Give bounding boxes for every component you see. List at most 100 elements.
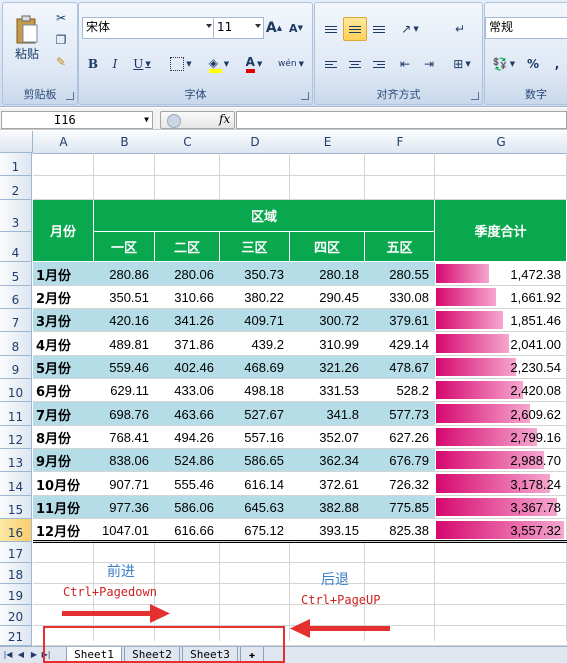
month-cell[interactable]: 1月份 bbox=[33, 262, 94, 286]
column-header-b[interactable]: B bbox=[94, 131, 156, 154]
region-subheader[interactable]: 五区 bbox=[365, 232, 435, 262]
cut-button[interactable]: ✂ bbox=[49, 7, 73, 29]
total-header[interactable]: 季度合计 bbox=[435, 200, 567, 262]
underline-button[interactable]: U ▼ bbox=[126, 53, 158, 75]
decrease-font-button[interactable]: A ▼ bbox=[285, 17, 307, 39]
value-cell[interactable]: 489.81 bbox=[94, 332, 155, 356]
copy-button[interactable]: ❐ bbox=[49, 29, 73, 51]
value-cell[interactable]: 393.15 bbox=[290, 519, 365, 542]
comma-button[interactable]: , bbox=[545, 53, 567, 75]
month-cell[interactable]: 9月份 bbox=[33, 449, 94, 472]
row-header-16[interactable]: 16 bbox=[0, 519, 32, 542]
value-cell[interactable]: 402.46 bbox=[155, 356, 220, 379]
value-cell[interactable]: 280.06 bbox=[155, 262, 220, 286]
row-header-11[interactable]: 11 bbox=[0, 402, 32, 426]
next-sheet-icon[interactable]: ▶ bbox=[29, 648, 39, 660]
clipboard-launcher-icon[interactable] bbox=[66, 92, 74, 100]
insert-function-icon[interactable]: fx bbox=[219, 112, 230, 126]
row-header-8[interactable]: 8 bbox=[0, 332, 32, 356]
total-cell[interactable]: 3,178.24 bbox=[435, 472, 567, 496]
row-header-7[interactable]: 7 bbox=[0, 309, 32, 332]
value-cell[interactable]: 372.61 bbox=[290, 472, 365, 496]
format-painter-button[interactable]: ✎ bbox=[49, 51, 73, 73]
total-cell[interactable]: 2,041.00 bbox=[435, 332, 567, 356]
total-cell[interactable]: 2,420.08 bbox=[435, 379, 567, 402]
region-subheader[interactable]: 一区 bbox=[94, 232, 155, 262]
value-cell[interactable]: 768.41 bbox=[94, 426, 155, 449]
value-cell[interactable]: 280.55 bbox=[365, 262, 435, 286]
column-header-g[interactable]: G bbox=[435, 131, 567, 154]
value-cell[interactable]: 310.99 bbox=[290, 332, 365, 356]
row-header-13[interactable]: 13 bbox=[0, 449, 32, 472]
value-cell[interactable]: 676.79 bbox=[365, 449, 435, 472]
row-header-12[interactable]: 12 bbox=[0, 426, 32, 449]
month-cell[interactable]: 8月份 bbox=[33, 426, 94, 449]
value-cell[interactable]: 586.65 bbox=[220, 449, 290, 472]
phonetic-button[interactable]: wén ▼ bbox=[273, 53, 309, 75]
value-cell[interactable]: 478.67 bbox=[365, 356, 435, 379]
value-cell[interactable]: 433.06 bbox=[155, 379, 220, 402]
column-header-e[interactable]: E bbox=[290, 131, 366, 154]
row-header-6[interactable]: 6 bbox=[0, 286, 32, 309]
row-header-5[interactable]: 5 bbox=[0, 262, 32, 286]
value-cell[interactable]: 559.46 bbox=[94, 356, 155, 379]
font-size-select[interactable]: 11 bbox=[213, 17, 264, 39]
value-cell[interactable]: 350.51 bbox=[94, 286, 155, 309]
value-cell[interactable]: 310.66 bbox=[155, 286, 220, 309]
formula-input[interactable] bbox=[236, 111, 567, 129]
value-cell[interactable]: 838.06 bbox=[94, 449, 155, 472]
decrease-indent-button[interactable]: ⇤ bbox=[393, 53, 417, 75]
region-subheader[interactable]: 三区 bbox=[220, 232, 290, 262]
value-cell[interactable]: 379.61 bbox=[365, 309, 435, 332]
row-header-3[interactable]: 3 bbox=[0, 200, 32, 232]
row-header-4[interactable]: 4 bbox=[0, 232, 32, 262]
alignment-launcher-icon[interactable] bbox=[471, 92, 479, 100]
value-cell[interactable]: 350.73 bbox=[220, 262, 290, 286]
value-cell[interactable]: 555.46 bbox=[155, 472, 220, 496]
column-header-a[interactable]: A bbox=[33, 131, 95, 154]
month-cell[interactable]: 11月份 bbox=[33, 496, 94, 519]
value-cell[interactable]: 775.85 bbox=[365, 496, 435, 519]
value-cell[interactable]: 280.18 bbox=[290, 262, 365, 286]
value-cell[interactable]: 616.66 bbox=[155, 519, 220, 542]
align-center-button[interactable] bbox=[343, 53, 367, 75]
value-cell[interactable]: 371.86 bbox=[155, 332, 220, 356]
row-header-17[interactable]: 17 bbox=[0, 542, 32, 563]
total-cell[interactable]: 2,799.16 bbox=[435, 426, 567, 449]
select-all-corner[interactable] bbox=[0, 131, 33, 153]
value-cell[interactable]: 629.11 bbox=[94, 379, 155, 402]
value-cell[interactable]: 439.2 bbox=[220, 332, 290, 356]
value-cell[interactable]: 382.88 bbox=[290, 496, 365, 519]
row-header-1[interactable]: 1 bbox=[0, 153, 32, 176]
align-left-button[interactable] bbox=[319, 53, 343, 75]
month-cell[interactable]: 3月份 bbox=[33, 309, 94, 332]
row-header-19[interactable]: 19 bbox=[0, 584, 32, 605]
value-cell[interactable]: 468.69 bbox=[220, 356, 290, 379]
first-sheet-icon[interactable]: |◀ bbox=[3, 648, 13, 660]
chevron-down-icon[interactable]: ▼ bbox=[144, 112, 149, 128]
row-header-2[interactable]: 2 bbox=[0, 176, 32, 200]
value-cell[interactable]: 362.34 bbox=[290, 449, 365, 472]
value-cell[interactable]: 1047.01 bbox=[94, 519, 155, 542]
value-cell[interactable]: 675.12 bbox=[220, 519, 290, 542]
total-cell[interactable]: 3,557.32 bbox=[435, 519, 567, 542]
month-cell[interactable]: 2月份 bbox=[33, 286, 94, 309]
align-bottom-button[interactable] bbox=[367, 17, 391, 41]
total-cell[interactable]: 2,230.54 bbox=[435, 356, 567, 379]
month-cell[interactable]: 10月份 bbox=[33, 472, 94, 496]
value-cell[interactable]: 341.8 bbox=[290, 402, 365, 426]
value-cell[interactable]: 977.36 bbox=[94, 496, 155, 519]
value-cell[interactable]: 825.38 bbox=[365, 519, 435, 542]
value-cell[interactable]: 498.18 bbox=[220, 379, 290, 402]
total-cell[interactable]: 1,661.92 bbox=[435, 286, 567, 309]
value-cell[interactable]: 616.14 bbox=[220, 472, 290, 496]
increase-font-button[interactable]: A ▲ bbox=[263, 17, 285, 39]
align-middle-button[interactable] bbox=[343, 17, 367, 41]
total-cell[interactable]: 2,988.70 bbox=[435, 449, 567, 472]
number-format-select[interactable]: 常规 bbox=[485, 17, 567, 39]
row-header-21[interactable]: 21 bbox=[0, 626, 32, 646]
expand-handle-icon[interactable] bbox=[167, 114, 181, 128]
value-cell[interactable]: 300.72 bbox=[290, 309, 365, 332]
prev-sheet-icon[interactable]: ◀ bbox=[16, 648, 26, 660]
wrap-text-button[interactable]: ↵ bbox=[447, 17, 473, 41]
